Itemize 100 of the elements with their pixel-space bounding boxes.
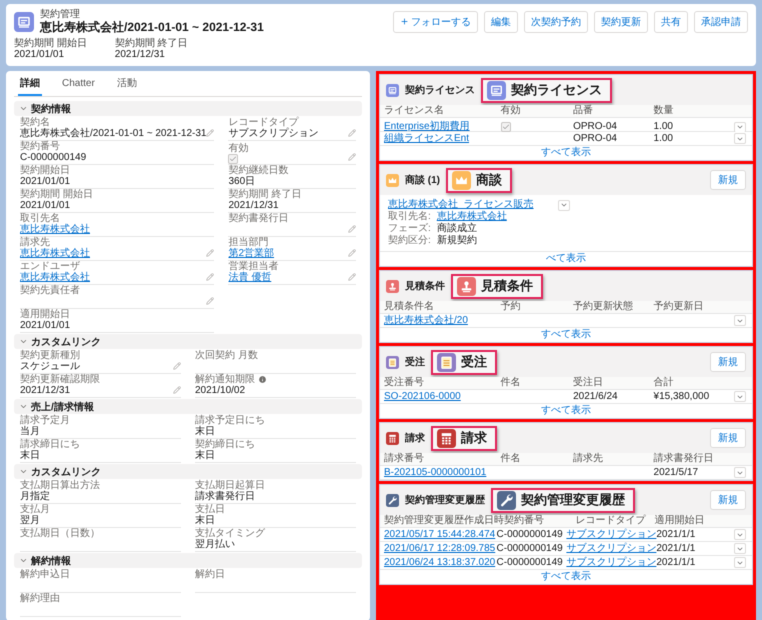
table-cell-text: 1.00	[654, 121, 674, 133]
view-all-link[interactable]: すべて表示	[541, 146, 591, 160]
view-all-link[interactable]: すべて表示	[541, 570, 591, 584]
row-menu-button[interactable]	[734, 467, 746, 478]
field-label: 支払期日起算日	[195, 480, 265, 491]
section-header[interactable]: カスタムリンク	[14, 464, 362, 479]
row-menu-button[interactable]	[734, 133, 746, 144]
header-button[interactable]: 次契約予約	[524, 10, 588, 32]
info-icon[interactable]	[258, 375, 267, 384]
row-menu-button[interactable]	[734, 315, 746, 326]
field-label: 有効	[228, 143, 248, 154]
field-label: 支払タイミング	[195, 528, 265, 539]
field-value-link[interactable]: 恵比寿株式会社	[20, 224, 90, 236]
field-label: 解約通知期限	[195, 374, 255, 385]
header-button[interactable]: 共有	[654, 10, 688, 32]
edit-pencil-icon[interactable]	[348, 249, 356, 257]
header-button[interactable]: 編集	[484, 10, 518, 32]
field-value-link[interactable]: 恵比寿株式会社	[20, 248, 90, 260]
card-type-icon	[14, 12, 34, 32]
row-menu-button[interactable]	[734, 543, 746, 554]
field-value-link[interactable]: 第2営業部	[228, 248, 274, 260]
edit-pencil-icon[interactable]	[348, 273, 356, 281]
header-button[interactable]: 契約更新	[594, 10, 648, 32]
column-header: 有効	[500, 105, 522, 117]
record-field-value: 新規契約	[436, 235, 477, 247]
row-menu-button[interactable]	[734, 557, 746, 568]
edit-pencil-icon[interactable]	[173, 362, 181, 370]
record-link[interactable]: 恵比寿株式会社_ライセンス販売	[388, 199, 534, 211]
table-cell-link[interactable]: 恵比寿株式会社/20	[384, 314, 501, 326]
table-cell-link[interactable]: Enterprise初期費用	[384, 121, 501, 133]
card-type-icon	[437, 352, 456, 372]
callout-text: 契約ライセンス	[511, 81, 602, 99]
card-title[interactable]: 見積条件	[405, 279, 445, 293]
card-title[interactable]: 商談 (1)	[405, 173, 440, 187]
field-value: 360日	[228, 176, 256, 188]
field-label: 取引先名	[20, 213, 60, 224]
section-header[interactable]: 契約情報	[14, 101, 362, 116]
new-button[interactable]: 新規	[710, 352, 746, 372]
field-label: 請求締日にち	[20, 439, 80, 450]
card-title[interactable]: 契約管理変更履歴	[405, 493, 485, 507]
callout-text: 見積条件	[481, 277, 533, 295]
new-button[interactable]: 新規	[710, 170, 746, 190]
card-title[interactable]: 請求	[405, 431, 425, 445]
field-value: 2021/12/31	[228, 200, 280, 212]
header-button[interactable]: 承認申請	[694, 10, 748, 32]
field-label: 契約期間 開始日	[14, 38, 87, 49]
view-all-link[interactable]: すべて表示	[541, 328, 591, 342]
card-type-icon	[497, 490, 516, 510]
tab[interactable]: 詳細	[18, 75, 42, 96]
field-label: 適用開始日	[20, 309, 70, 320]
row-menu-button[interactable]	[734, 391, 746, 402]
field-value-link[interactable]: 法貴 優哲	[228, 272, 278, 284]
row-menu-button[interactable]	[734, 529, 746, 540]
edit-pencil-icon[interactable]	[206, 249, 214, 257]
tab[interactable]: Chatter	[60, 75, 97, 96]
header-button[interactable]: フォローする	[393, 10, 478, 32]
row-menu-button[interactable]	[558, 200, 570, 210]
edit-pencil-icon[interactable]	[348, 153, 356, 161]
tab[interactable]: 活動	[114, 75, 139, 96]
field-value: 2021/10/02	[195, 385, 246, 397]
table-cell-link[interactable]: サブスクリプション	[566, 528, 656, 540]
section-title: 売上/請求情報	[31, 400, 94, 414]
card-title[interactable]: 契約ライセンス	[405, 83, 475, 97]
edit-pencil-icon[interactable]	[206, 129, 214, 137]
edit-pencil-icon[interactable]	[173, 386, 181, 394]
row-menu-button[interactable]	[734, 122, 746, 132]
card-type-icon	[437, 428, 456, 448]
view-all-link[interactable]: すべて表示	[541, 404, 591, 418]
field-value: 翌月	[20, 515, 41, 527]
column-header: 受注番号	[384, 377, 425, 389]
field-value: 2021/01/01	[20, 200, 72, 212]
table-cell-link[interactable]: サブスクリプション	[566, 556, 656, 568]
column-header: 請求先	[573, 453, 604, 465]
field-value-link[interactable]: 恵比寿株式会社	[20, 272, 90, 284]
field-label: 契約名	[20, 117, 50, 128]
field-label: 支払期日算出方法	[20, 480, 100, 491]
edit-pencil-icon[interactable]	[206, 297, 214, 305]
callout-text: 受注	[461, 353, 487, 371]
table-cell-link[interactable]: 2021/05/17 15:44:28.474	[384, 528, 497, 540]
edit-pencil-icon[interactable]	[206, 273, 214, 281]
table-cell-link[interactable]: SO-202106-0000	[384, 390, 501, 402]
section-header[interactable]: 解約情報	[14, 553, 362, 568]
record-field-link[interactable]: 恵比寿株式会社	[436, 211, 507, 223]
field-label: 契約更新確認期限	[20, 374, 100, 385]
table-cell-link[interactable]: サブスクリプション	[566, 542, 656, 554]
section-header[interactable]: 売上/請求情報	[14, 399, 362, 414]
new-button[interactable]: 新規	[710, 490, 746, 510]
chevron-down-icon	[19, 556, 28, 565]
section-header[interactable]: カスタムリンク	[14, 334, 362, 349]
field-value: 翌月払い	[195, 539, 236, 551]
view-all-link[interactable]: べて表示	[546, 252, 586, 266]
edit-pencil-icon[interactable]	[348, 129, 356, 137]
section-title: カスタムリンク	[31, 336, 101, 348]
table-cell-link[interactable]: 組織ライセンスEnt	[384, 132, 501, 144]
table-cell-link[interactable]: B-202105-0000000101	[384, 466, 501, 478]
table-cell-link[interactable]: 2021/06/24 13:18:37.020	[384, 556, 497, 568]
table-cell-link[interactable]: 2021/06/17 12:28:09.785	[384, 542, 497, 554]
new-button[interactable]: 新規	[710, 428, 746, 448]
edit-pencil-icon[interactable]	[348, 225, 356, 233]
card-title[interactable]: 受注	[405, 355, 425, 369]
